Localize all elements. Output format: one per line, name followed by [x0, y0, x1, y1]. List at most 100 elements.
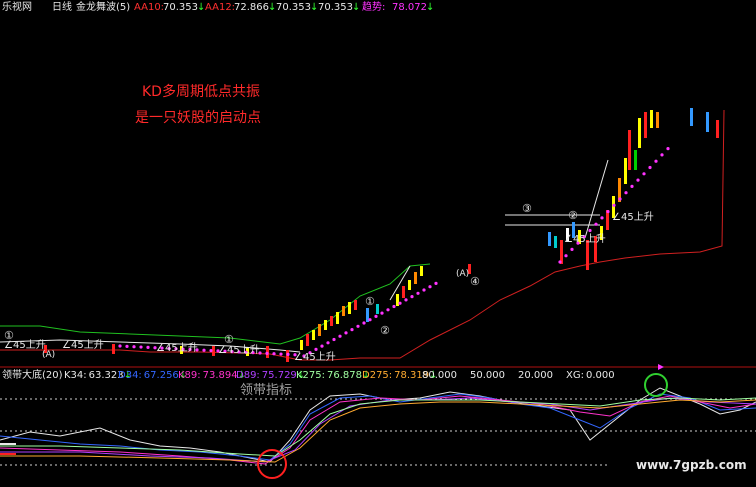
stop-dot [338, 334, 342, 338]
stop-dot [392, 304, 396, 309]
circled-3: ③ [522, 202, 532, 215]
circled-2-b: ② [568, 209, 578, 222]
trend-value: 78.072 [392, 2, 427, 13]
app-name[interactable]: 乐视网 [2, 2, 32, 14]
sub-panel-item: D34: 67.256↓ [118, 370, 187, 382]
sub-item-label: D275: [362, 370, 393, 381]
stop-dot [279, 352, 283, 356]
circled-1-mid: ① [224, 333, 234, 346]
circled-1-left: ① [4, 329, 14, 342]
stop-dot [314, 347, 318, 351]
stop-dot [320, 344, 324, 348]
circled-1: ① [365, 295, 375, 308]
sub-item-label: K34: [64, 370, 87, 381]
value-4-arrow: ↓ [352, 2, 361, 13]
rise-label-2: ∠45上升 [62, 340, 104, 351]
stop-dot [612, 203, 616, 207]
value-4: 70.353 [318, 2, 353, 13]
annotation-line-2: 是一只妖股的启动点 [135, 110, 261, 126]
trend-tick-2 [584, 159, 609, 239]
sub-panel-title[interactable]: 领带大底(20) [2, 370, 63, 382]
sub-panel-item: 80.000 [420, 370, 457, 382]
stop-dot [272, 352, 276, 356]
sub-item-label: K89: [178, 370, 201, 381]
stop-dot [374, 314, 378, 318]
sub-item-value: 20.000 [518, 370, 553, 381]
stop-dot [344, 331, 348, 335]
trend-tick [389, 265, 411, 301]
sub-panel-item: K275: 76.878↓ [296, 370, 370, 382]
sub-item-label: D34: [118, 370, 142, 381]
stop-dot [630, 184, 634, 188]
stop-dot [660, 153, 664, 157]
stop-dot [404, 298, 408, 302]
chart-window: 乐视网 日线 金龙舞波(5) AA10: 70.353 ↓ AA12: 72.8… [0, 0, 756, 487]
trend-arrow: ↓ [426, 2, 435, 13]
stop-dot [209, 348, 213, 353]
value-3: 70.353 [276, 2, 311, 13]
price-chart-canvas[interactable] [0, 0, 756, 487]
stop-dot [398, 301, 402, 305]
d89-line [0, 397, 756, 463]
aa12-value: 72.866 [234, 2, 269, 13]
trend-label: 趋势: [362, 2, 386, 13]
stop-dot [356, 324, 360, 328]
stop-dot [410, 295, 414, 299]
rise-label-3: ∠45上升 [156, 343, 198, 354]
a-label-1: (A) [456, 269, 470, 279]
k34-line [0, 387, 756, 463]
stop-dot [654, 159, 658, 163]
sub-item-value: 75.729 [261, 370, 297, 381]
d275-line [0, 399, 756, 463]
stop-dot [416, 291, 420, 295]
stop-dot [139, 345, 143, 349]
cursor-marker-icon [658, 364, 664, 370]
sub-item-value: 67.256 [143, 370, 179, 381]
indicator-name[interactable]: 金龙舞波(5) [76, 2, 130, 14]
stop-dot [132, 345, 136, 349]
stop-dot [588, 228, 592, 233]
stop-dot [332, 337, 336, 342]
stop-dot [202, 348, 206, 352]
rise-label-4: ∠45上升 [218, 345, 260, 356]
sub-item-value: 50.000 [470, 370, 505, 381]
stop-dot [422, 288, 426, 292]
stop-dot [326, 341, 330, 345]
stop-dot [265, 351, 269, 355]
sub-item-value: 76.878 [327, 370, 363, 381]
stop-dot [350, 328, 354, 332]
candles-cluster-1 [300, 264, 471, 350]
stop-dot [286, 352, 290, 356]
circled-4: ④ [470, 275, 480, 288]
stop-dot [125, 344, 129, 348]
stop-dot [594, 222, 598, 226]
stop-dot [380, 311, 384, 315]
watermark: www.7gpzb.com [636, 458, 747, 472]
sub-item-label: D89: [236, 370, 260, 381]
period-label[interactable]: 日线 [52, 2, 72, 14]
rise-label-6: ∠45上升 [612, 212, 654, 223]
aa10-value: 70.353 [163, 2, 198, 13]
stop-dot [606, 210, 610, 214]
sub-panel-caption: 领带指标 [240, 383, 293, 398]
stop-dot [558, 260, 562, 264]
sub-panel-item: D89: 75.729↓ [236, 370, 305, 382]
support-line [0, 109, 725, 361]
stop-dot [570, 247, 574, 251]
stop-dot [600, 216, 604, 220]
aa10-label: AA10: [134, 2, 165, 13]
stop-dot [368, 318, 372, 322]
stop-dot [666, 147, 670, 151]
stop-dot [648, 165, 652, 170]
stop-dot [642, 172, 646, 176]
circled-2: ② [380, 324, 390, 337]
stop-dot [636, 178, 640, 182]
rise-label-5: ∠45上升 [294, 352, 336, 363]
sub-panel-item: 20.000 [516, 370, 553, 382]
stop-dot [118, 344, 122, 348]
a-label-2: (A) [42, 350, 56, 360]
annotation-line-1: KD多周期低点共振 [142, 84, 260, 100]
sub-panel-item: 50.000 [468, 370, 505, 382]
sub-item-label: K275: [296, 370, 326, 381]
sub-panel-item: XG: 0.000 [566, 370, 615, 382]
